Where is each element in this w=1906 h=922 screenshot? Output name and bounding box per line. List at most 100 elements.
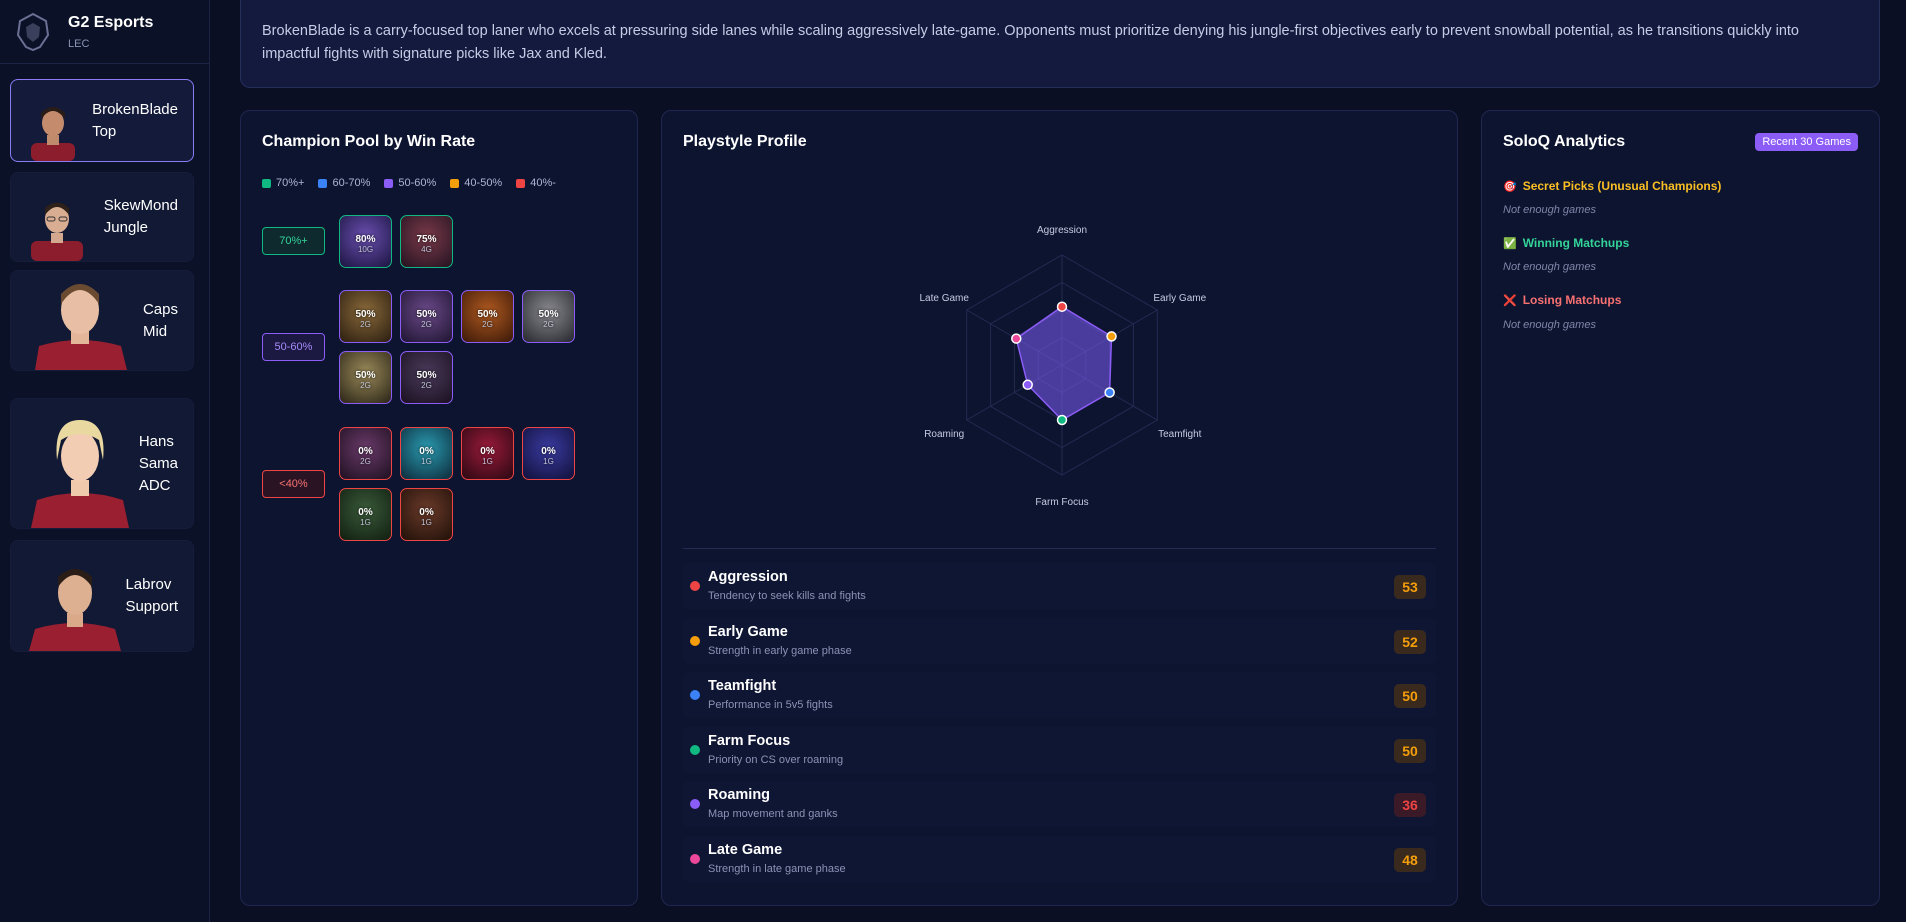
player-role: Jungle: [103, 219, 148, 236]
stat-row-early-game: Early Game Strength in early game phase …: [683, 618, 1436, 664]
winning-matchups-heading: ✅ Winning Matchups: [1503, 236, 1629, 250]
stat-dot: [690, 854, 700, 864]
radar-axis-label: Aggression: [1037, 225, 1087, 236]
champion-winrate: 0%: [480, 445, 495, 457]
losing-matchups-heading: ❌ Losing Matchups: [1503, 293, 1621, 307]
stat-dot: [690, 690, 700, 700]
player-role: Support: [125, 598, 178, 615]
stat-desc: Strength in early game phase: [708, 645, 852, 657]
player-card-hans-sama[interactable]: Hans Sama ADC: [10, 398, 194, 529]
champion-icon[interactable]: 50% 2G: [339, 351, 392, 404]
stat-dot: [690, 745, 700, 755]
player-card-caps[interactable]: Caps Mid: [10, 270, 194, 371]
tier-label-70-plus: 70%+: [262, 227, 325, 255]
champion-icon[interactable]: 50% 2G: [400, 290, 453, 343]
player-card-brokenblade[interactable]: BrokenBlade Top: [10, 79, 194, 162]
legend-label: 40-50%: [464, 177, 503, 189]
player-description: BrokenBlade is a carry-focused top laner…: [240, 0, 1880, 88]
champion-icon[interactable]: 0% 1G: [339, 488, 392, 541]
champion-games: 2G: [360, 319, 371, 329]
divider: [683, 548, 1436, 549]
recent-games-badge: Recent 30 Games: [1755, 133, 1858, 151]
champion-games: 1G: [482, 456, 493, 466]
champion-games: 2G: [421, 380, 432, 390]
champion-games: 2G: [421, 319, 432, 329]
stat-row-late-game: Late Game Strength in late game phase 48: [683, 836, 1436, 882]
champion-icon[interactable]: 50% 2G: [400, 351, 453, 404]
player-name-line1: Hans: [138, 432, 174, 450]
player-card-skewmond[interactable]: SkewMond Jungle: [10, 172, 194, 262]
section-title: Losing Matchups: [1522, 293, 1622, 307]
winrate-legend: 70%+ 60-70% 50-60% 40-50% 40%-: [262, 177, 556, 189]
stat-name: Roaming: [708, 787, 771, 803]
champion-winrate: 80%: [355, 233, 376, 245]
radar-chart-svg: Aggression Early Game Teamfight Farm Focus R…: [919, 225, 1206, 508]
champion-icon[interactable]: 50% 2G: [339, 290, 392, 343]
champion-winrate: 0%: [541, 445, 556, 457]
champion-winrate: 75%: [416, 233, 437, 245]
stat-value: 53: [1394, 575, 1426, 599]
legend-swatch: [262, 178, 271, 188]
winning-matchups-note: Not enough games: [1503, 261, 1596, 273]
champion-icon[interactable]: 75% 4G: [400, 215, 453, 268]
champion-games: 2G: [543, 319, 554, 329]
stat-row-teamfight: Teamfight Performance in 5v5 fights 50: [683, 672, 1436, 718]
player-card-labrov[interactable]: Labrov Support: [10, 540, 194, 652]
radar-axis-label: Farm Focus: [1035, 497, 1088, 508]
stat-desc: Priority on CS over roaming: [708, 754, 844, 766]
champion-icon[interactable]: 80% 10G: [339, 215, 392, 268]
stat-desc: Map movement and ganks: [708, 808, 838, 820]
cross-icon: ❌: [1503, 294, 1517, 307]
radar-point-farm-focus: [1056, 414, 1068, 426]
radar-axis-label: Late Game: [919, 293, 969, 304]
radar-axis-label: Teamfight: [1158, 429, 1202, 440]
champion-games: 10G: [357, 244, 374, 254]
player-name: BrokenBlade: [92, 100, 178, 118]
stat-value: 48: [1394, 848, 1426, 872]
champion-winrate: 0%: [358, 445, 373, 457]
team-name: G2 Esports: [68, 13, 154, 31]
legend-swatch: [384, 178, 394, 188]
champion-winrate: 50%: [355, 308, 376, 320]
player-role: ADC: [138, 476, 171, 494]
player-avatar: [29, 569, 121, 651]
losing-matchups-note: Not enough games: [1503, 319, 1596, 331]
legend-item: 50-60%: [384, 177, 436, 189]
champion-icon[interactable]: 0% 2G: [339, 427, 392, 480]
champion-winrate: 0%: [419, 506, 434, 518]
player-role: Mid: [142, 322, 168, 340]
target-icon: 🎯: [1503, 180, 1517, 193]
champion-games: 1G: [421, 517, 432, 527]
legend-swatch: [516, 178, 526, 188]
champion-games: 2G: [360, 456, 371, 466]
champion-games: 1G: [421, 456, 432, 466]
check-icon: ✅: [1503, 237, 1517, 250]
legend-label: 70%+: [276, 177, 305, 189]
legend-swatch: [450, 178, 460, 188]
stat-name: Late Game: [708, 842, 783, 858]
playstyle-panel: Playstyle Profile Aggression Early Game Te…: [661, 110, 1458, 906]
stat-name: Early Game: [708, 624, 788, 640]
soloq-panel: SoloQ Analytics Recent 30 Games 🎯 Secret…: [1481, 110, 1880, 906]
legend-item: 70%+: [262, 177, 304, 189]
sidebar: G2 Esports LEC BrokenBlade Top SkewMond …: [0, 0, 210, 922]
radar-point-roaming: [1022, 379, 1033, 391]
player-name: Labrov: [125, 576, 172, 593]
player-text: SkewMond Jungle: [104, 195, 178, 239]
team-header: G2 Esports LEC: [0, 0, 209, 64]
legend-item: 40-50%: [450, 177, 502, 189]
champion-icon[interactable]: 0% 1G: [461, 427, 514, 480]
stat-value: 50: [1394, 739, 1426, 763]
radar-point-aggression: [1056, 301, 1068, 312]
champion-icon[interactable]: 0% 1G: [400, 488, 453, 541]
stat-row-roaming: Roaming Map movement and ganks 36: [683, 781, 1436, 827]
champion-icon[interactable]: 50% 2G: [461, 290, 514, 343]
tier-label-50-60: 50-60%: [262, 333, 325, 361]
champion-pool-title: Champion Pool by Win Rate: [262, 133, 476, 150]
secret-picks-note: Not enough games: [1503, 204, 1596, 216]
champion-icon[interactable]: 0% 1G: [522, 427, 575, 480]
champion-icon[interactable]: 0% 1G: [400, 427, 453, 480]
champion-icon[interactable]: 50% 2G: [522, 290, 575, 343]
player-text: BrokenBlade Top: [92, 99, 178, 143]
secret-picks-heading: 🎯 Secret Picks (Unusual Champions): [1503, 179, 1721, 193]
